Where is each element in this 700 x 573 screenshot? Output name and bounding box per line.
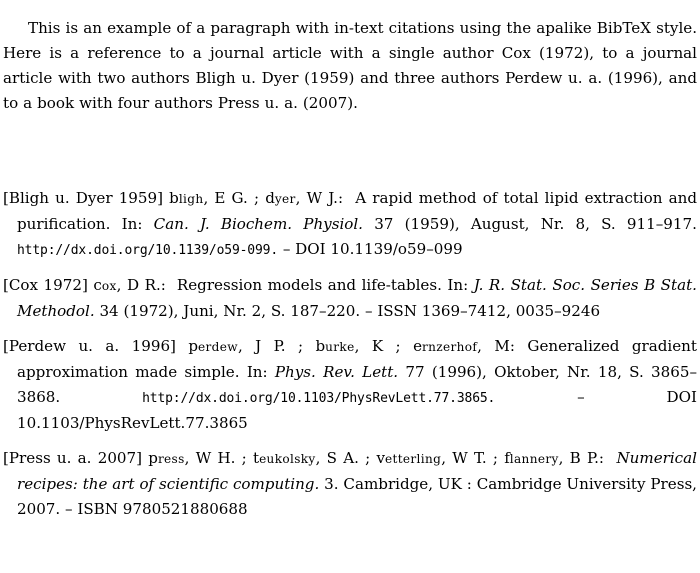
author-initials: J P. bbox=[255, 337, 286, 355]
bibliography-entry: [Cox 1972] COX, D R.: Regression models … bbox=[3, 276, 697, 320]
author-separator: ; bbox=[383, 337, 414, 355]
entry-title: Regression models and life-tables. bbox=[176, 276, 442, 294]
author-separator: ; bbox=[247, 189, 266, 207]
page-range: S. 187–220. bbox=[270, 302, 361, 320]
citation-label: [Press u. a. 2007] bbox=[3, 449, 143, 467]
year: (1959), bbox=[404, 215, 460, 233]
bibliography-entry: [Perdew u. a. 1996] PERDEW, J P. ; BURKE… bbox=[3, 337, 697, 432]
author-name: BURKE bbox=[315, 337, 355, 355]
author-name: DYER bbox=[265, 189, 296, 207]
in-label: In: bbox=[447, 276, 469, 294]
author-separator: ; bbox=[285, 337, 316, 355]
page-range: S. 911–917. bbox=[601, 215, 697, 233]
volume: 77 bbox=[405, 363, 425, 381]
journal-name: Can. J. Biochem. Physiol. bbox=[153, 215, 363, 233]
citation-label: [Bligh u. Dyer 1959] bbox=[3, 189, 163, 207]
bibliography-entry: [Bligh u. Dyer 1959] BLIGH, E G. ; DYER,… bbox=[3, 189, 697, 258]
author-separator: ; bbox=[235, 449, 253, 467]
issue-number: Nr. 18, bbox=[567, 363, 622, 381]
author-name: FLANNERY bbox=[504, 449, 559, 467]
month: Oktober, bbox=[494, 363, 560, 381]
volume: 37 bbox=[374, 215, 394, 233]
author-separator: ; bbox=[358, 449, 377, 467]
citation-label: [Cox 1972] bbox=[3, 276, 88, 294]
author-initials: W H. bbox=[195, 449, 236, 467]
year: (1996), bbox=[431, 363, 487, 381]
author-separator: ; bbox=[486, 449, 505, 467]
issue-number: Nr. 2, bbox=[223, 302, 266, 320]
isbn-note: – ISBN 9780521880688 bbox=[65, 500, 248, 518]
author-name: ERNZERHOF bbox=[413, 337, 478, 355]
author-initials: M bbox=[494, 337, 510, 355]
author-initials: B P. bbox=[569, 449, 599, 467]
author-name: COX bbox=[93, 276, 117, 294]
author-initials: W T. bbox=[452, 449, 487, 467]
issn-note: – ISSN 1369–7412, 0035–9246 bbox=[365, 302, 601, 320]
author-initials: S A. bbox=[326, 449, 359, 467]
author-initials: D R. bbox=[126, 276, 161, 294]
citation-label: [Perdew u. a. 1996] bbox=[3, 337, 176, 355]
month: Juni, bbox=[183, 302, 219, 320]
author-name: PERDEW bbox=[188, 337, 238, 355]
bibliography-entry: [Press u. a. 2007] PRESS, W H. ; TEUKOLS… bbox=[3, 449, 697, 518]
author-initials: W J. bbox=[306, 189, 338, 207]
author-name: TEUKOLSKY bbox=[252, 449, 316, 467]
doi-note: – DOI 10.1139/o59–099 bbox=[282, 240, 463, 258]
issue-number: Nr. 8, bbox=[540, 215, 590, 233]
month: August, bbox=[470, 215, 530, 233]
intro-paragraph: This is an example of a paragraph with i… bbox=[3, 19, 697, 113]
doi-url[interactable]: http://dx.doi.org/10.1103/PhysRevLett.77… bbox=[142, 391, 495, 406]
in-label: In: bbox=[121, 215, 143, 233]
doi-url[interactable]: http://dx.doi.org/10.1139/o59-099. bbox=[17, 243, 278, 258]
author-initials: E G. bbox=[214, 189, 248, 207]
document-page: This is an example of a paragraph with i… bbox=[0, 0, 700, 573]
author-name: BLIGH bbox=[169, 189, 204, 207]
volume: 34 bbox=[99, 302, 119, 320]
author-name: PRESS bbox=[148, 449, 185, 467]
journal-name: Phys. Rev. Lett. bbox=[274, 363, 399, 381]
in-label: In: bbox=[246, 363, 268, 381]
bibliography-list: [Bligh u. Dyer 1959] BLIGH, E G. ; DYER,… bbox=[3, 186, 697, 522]
author-initials: K bbox=[371, 337, 384, 355]
year: (1972), bbox=[123, 302, 179, 320]
author-name: VETTERLING bbox=[376, 449, 442, 467]
edition: 3. bbox=[324, 475, 339, 493]
